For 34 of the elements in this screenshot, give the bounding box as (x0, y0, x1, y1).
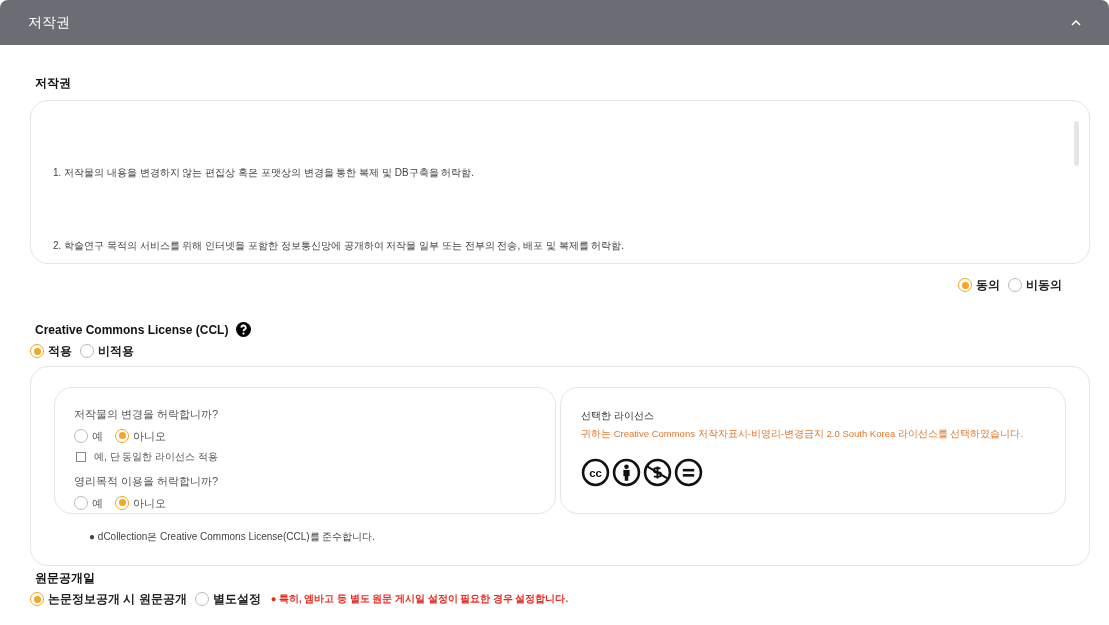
equals-icon (674, 458, 703, 488)
radio-option[interactable]: 논문정보공개 시 원문공개 (30, 590, 187, 608)
compliance-note: ● dCollection은 Creative Commons License(CCL)를 준수합니다. (89, 530, 377, 544)
radio-option[interactable]: 아니오 (115, 427, 166, 444)
question-text: 저작물의 변경을 허락합니까? (74, 407, 220, 422)
section-header[interactable]: 저작권 (0, 0, 1109, 45)
radio-circle[interactable] (30, 592, 44, 606)
question-text: 영리목적 이용을 허락합니까? (74, 474, 220, 489)
section-heading: Creative Commons License (CCL) (35, 323, 229, 336)
radio-option[interactable]: 비동의 (1008, 276, 1062, 294)
radio-circle[interactable] (30, 344, 44, 358)
radio-option[interactable]: 예 (74, 494, 103, 511)
person-icon (612, 458, 641, 488)
caret-icon (1071, 19, 1081, 26)
terms-paragraph: 2. 학술연구 목적의 서비스를 위해 인터넷을 포함한 정보통신망에 공개하여 저작물 일부 또는 전부의 전송, 배포 및 복제를 허락함. (53, 239, 626, 253)
field-label: 원문공개일 (35, 570, 96, 586)
radio-option[interactable]: 비적용 (80, 342, 134, 360)
embargo-note: ● 특히, 엠바고 등 별도 원문 게시일 설정이 필요한 경우 설정합니다. (270, 591, 569, 606)
radio-option[interactable]: 별도설정 (194, 590, 261, 608)
scrollbar-thumb (1074, 121, 1079, 166)
license-title: 선택한 라이선스 (581, 409, 655, 423)
radio-option[interactable]: 예 (74, 427, 103, 444)
radio-option[interactable]: 동의 (958, 276, 1000, 294)
radio-circle[interactable] (958, 278, 972, 292)
radio-option[interactable]: 아니오 (115, 494, 166, 511)
license-message: 귀하는 Creative Commons 저작자표시-비영리-변경금지 2.0 South Korea 라이선스를 선택하였습니다. (581, 427, 1025, 441)
cc-icon: cc (581, 458, 610, 488)
radio-option[interactable]: 적용 (30, 342, 72, 360)
share-alike-checkbox[interactable]: 예, 단 동일한 라이선스 적용 (76, 449, 555, 464)
help-icon[interactable] (236, 322, 252, 337)
terms-paragraph: 1. 저작물의 내용을 변경하지 않는 편집상 혹은 포맷상의 변경을 통한 복제 및 DB구축을 허락함. (53, 166, 476, 180)
section-title: 저작권 (28, 13, 70, 32)
field-label: 저작권 (35, 75, 72, 92)
no-dollar-icon (643, 458, 672, 488)
